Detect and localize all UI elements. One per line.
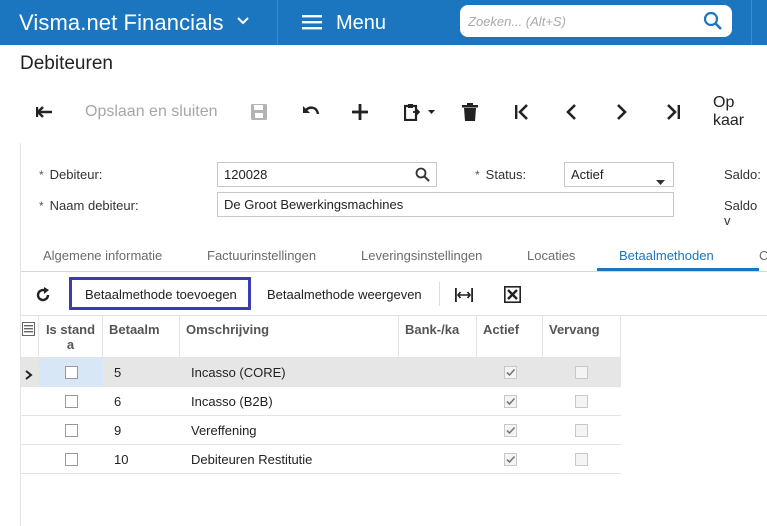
tab-locaties[interactable]: Locaties (527, 248, 575, 263)
row-pointer-icon (25, 367, 33, 385)
save-close-button[interactable]: Opslaan en sluiten (85, 100, 218, 124)
undo-icon[interactable] (302, 100, 320, 124)
actief-checkbox (504, 366, 517, 379)
status-select[interactable]: Actief (564, 162, 674, 187)
cell-code: 5 (114, 365, 122, 380)
debiteur-field[interactable]: 120028 (217, 162, 437, 187)
delete-icon[interactable] (462, 100, 478, 124)
tab-algemene-informatie[interactable]: Algemene informatie (43, 248, 162, 263)
saldo-label: Saldo: (724, 167, 761, 182)
grid-settings-cell[interactable] (21, 316, 39, 358)
view-payment-method-button[interactable]: Betaalmethode weergeven (267, 287, 422, 302)
caret-down-icon[interactable] (656, 173, 665, 188)
divider (277, 0, 278, 45)
export-excel-icon[interactable] (504, 286, 521, 308)
cell-description: Incasso (B2B) (191, 394, 273, 409)
brand-title[interactable]: Visma.net Financials (19, 10, 224, 36)
vervang-checkbox (575, 424, 588, 437)
actief-checkbox (504, 424, 517, 437)
col-header-actief[interactable]: Actief (477, 316, 543, 358)
refresh-icon[interactable] (35, 287, 51, 308)
previous-record-icon[interactable] (565, 100, 577, 124)
cell-code: 9 (114, 423, 122, 438)
saldo-v-label: Saldo v (724, 198, 758, 228)
tab-bar: Algemene informatie Factuurinstellingen … (21, 242, 767, 272)
is-standaard-checkbox[interactable] (65, 395, 78, 408)
tab-factuurinstellingen[interactable]: Factuurinstellingen (207, 248, 316, 263)
status-value: Actief (571, 167, 604, 182)
paste-icon[interactable] (404, 100, 436, 124)
table-row[interactable]: 10 Debiteuren Restitutie (21, 445, 621, 474)
active-tab-indicator (597, 268, 759, 271)
is-standaard-checkbox[interactable] (65, 453, 78, 466)
status-label: * Status: (475, 167, 527, 182)
naam-field[interactable]: De Groot Bewerkingsmachines (217, 192, 674, 217)
grid-settings-icon[interactable] (22, 322, 35, 339)
table-row[interactable]: 6 Incasso (B2B) (21, 387, 621, 416)
page-title: Debiteuren (20, 53, 113, 74)
menu-label[interactable]: Menu (336, 12, 386, 35)
back-arrow-icon[interactable] (35, 100, 53, 124)
col-header-vervang[interactable]: Vervang (543, 316, 621, 358)
divider (751, 0, 752, 45)
record-toolbar: Opslaan en sluiten Op kaar (0, 88, 767, 136)
fit-columns-icon[interactable] (454, 287, 474, 308)
last-record-icon[interactable] (665, 100, 681, 124)
debiteur-value: 120028 (224, 167, 268, 182)
chevron-down-icon[interactable] (236, 14, 250, 33)
vervang-checkbox (575, 395, 588, 408)
col-header-betaalmethode[interactable]: Betaalm (103, 316, 180, 358)
naam-value: De Groot Bewerkingsmachines (224, 197, 404, 212)
search-icon[interactable] (415, 167, 430, 185)
col-header-bank[interactable]: Bank-/ka (399, 316, 477, 358)
cell-code: 10 (114, 452, 129, 467)
top-bar: Visma.net Financials Menu (0, 0, 767, 45)
vervang-checkbox (575, 366, 588, 379)
search-input[interactable] (468, 11, 688, 31)
vervang-checkbox (575, 453, 588, 466)
cell-code: 6 (114, 394, 122, 409)
highlight-box (69, 277, 251, 310)
naam-label: * Naam debiteur: (39, 198, 139, 213)
cell-description: Vereffening (191, 423, 257, 438)
first-record-icon[interactable] (514, 100, 530, 124)
tab-leveringsinstellingen[interactable]: Leveringsinstellingen (361, 248, 482, 263)
tab-more[interactable]: C (759, 248, 767, 263)
form-area: * Debiteur: 120028 * Status: Actief Saldo:… (20, 143, 767, 526)
col-header-omschrijving[interactable]: Omschrijving (180, 316, 399, 358)
table-row[interactable]: 9 Vereffening (21, 416, 621, 445)
cell-description: Incasso (CORE) (191, 365, 286, 380)
debiteur-label: * Debiteur: (39, 167, 103, 182)
save-icon[interactable] (250, 100, 268, 124)
search-box[interactable] (460, 5, 732, 37)
next-record-icon[interactable] (616, 100, 628, 124)
is-standaard-checkbox[interactable] (65, 366, 78, 379)
actief-checkbox (504, 453, 517, 466)
table-row[interactable]: 5 Incasso (CORE) (21, 358, 621, 387)
hamburger-icon[interactable] (302, 13, 324, 31)
actief-checkbox (504, 395, 517, 408)
search-icon[interactable] (703, 11, 723, 36)
add-icon[interactable] (352, 100, 368, 124)
col-header-is-standaard[interactable]: Is standa (39, 316, 103, 358)
tab-betaalmethoden[interactable]: Betaalmethoden (619, 248, 714, 263)
divider (439, 282, 440, 306)
cell-description: Debiteuren Restitutie (191, 452, 313, 467)
op-kaart-button[interactable]: Op kaar (713, 94, 767, 129)
is-standaard-checkbox[interactable] (65, 424, 78, 437)
